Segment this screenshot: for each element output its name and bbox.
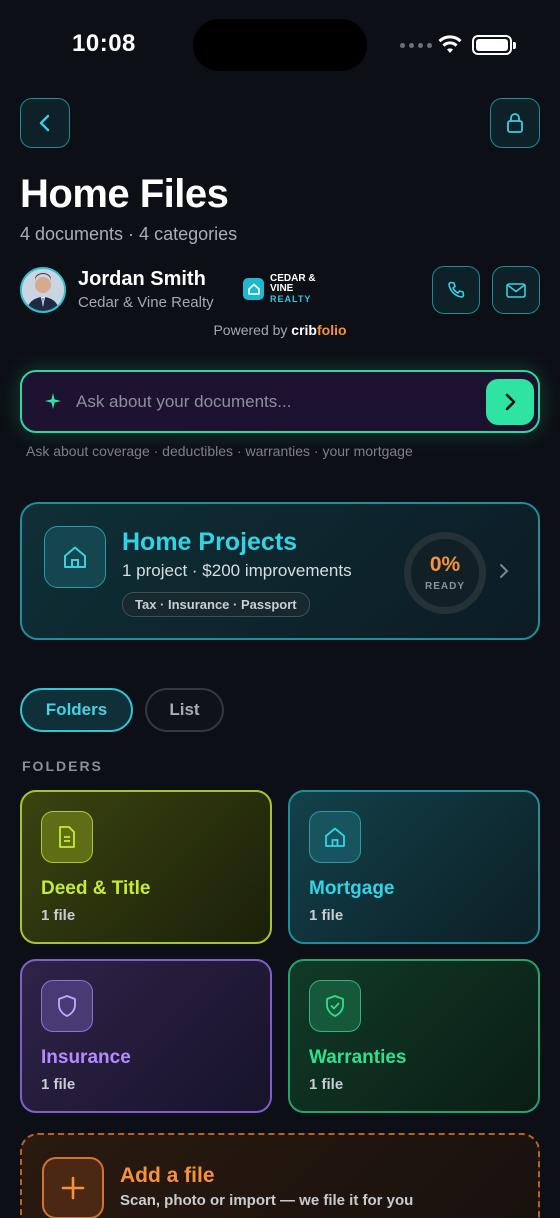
chevron-right-icon (505, 393, 516, 411)
brokerage-house-icon (243, 278, 264, 300)
folder-warranties[interactable]: Warranties 1 file (288, 959, 540, 1113)
tab-list[interactable]: List (145, 688, 224, 732)
agent-name: Jordan Smith (78, 268, 206, 290)
projects-title: Home Projects (122, 528, 298, 556)
add-file-subtitle: Scan, photo or import — we file it for y… (120, 1192, 414, 1209)
brokerage-logo: CEDAR & VINE REALTY (243, 274, 316, 304)
folder-count: 1 file (309, 907, 344, 924)
powered-by: Powered by cribfolio (213, 322, 347, 338)
folder-insurance[interactable]: Insurance 1 file (20, 959, 272, 1113)
avatar[interactable] (20, 267, 66, 313)
sparkle-icon (45, 393, 61, 409)
add-file-title: Add a file (120, 1164, 215, 1187)
wifi-icon (438, 35, 462, 53)
ask-documents-input[interactable]: Ask about your documents... (20, 370, 540, 433)
back-button[interactable] (20, 98, 70, 148)
phone-icon (448, 281, 465, 298)
lock-icon (507, 113, 523, 133)
cellular-signal-icon (400, 43, 432, 48)
chevron-right-icon (500, 564, 509, 578)
shield-icon (41, 980, 93, 1032)
folder-mortgage[interactable]: Mortgage 1 file (288, 790, 540, 944)
status-bar: 10:08 (0, 0, 560, 90)
home-projects-card[interactable]: Home Projects 1 project · $200 improveme… (20, 502, 540, 640)
battery-icon (472, 35, 516, 55)
send-button[interactable] (486, 379, 534, 425)
plus-icon (42, 1157, 104, 1218)
lock-button[interactable] (490, 98, 540, 148)
folder-count: 1 file (309, 1076, 344, 1093)
folder-name: Mortgage (309, 878, 395, 899)
dynamic-island (193, 19, 367, 71)
status-time: 10:08 (72, 30, 136, 57)
ask-hint: Ask about coverage · deductibles · warra… (26, 443, 413, 459)
folder-name: Insurance (41, 1047, 131, 1068)
call-button[interactable] (432, 266, 480, 314)
folders-section-label: FOLDERS (22, 758, 103, 774)
add-file-button[interactable]: Add a file Scan, photo or import — we fi… (20, 1133, 540, 1218)
ready-label: READY (424, 581, 465, 592)
shield-check-icon (309, 980, 361, 1032)
agent-company: Cedar & Vine Realty (78, 294, 214, 311)
folder-name: Warranties (309, 1047, 407, 1068)
house-icon (44, 526, 106, 588)
cribfolio-logo: cribfolio (291, 322, 347, 338)
ready-percent: 0% (429, 553, 461, 576)
agent-photo (22, 269, 64, 311)
folder-count: 1 file (41, 1076, 76, 1093)
folder-name: Deed & Title (41, 878, 151, 899)
ask-placeholder: Ask about your documents... (76, 392, 292, 411)
page-title: Home Files (20, 172, 229, 216)
projects-tags: Tax · Insurance · Passport (122, 592, 310, 617)
house-icon (309, 811, 361, 863)
tab-folders[interactable]: Folders (20, 688, 133, 732)
page-subtitle: 4 documents · 4 categories (20, 224, 238, 244)
folder-count: 1 file (41, 907, 76, 924)
chevron-left-icon (39, 114, 50, 132)
document-icon (41, 811, 93, 863)
folder-deed-title[interactable]: Deed & Title 1 file (20, 790, 272, 944)
email-button[interactable] (492, 266, 540, 314)
ready-progress-ring: 0% READY (404, 532, 486, 614)
projects-meta: 1 project · $200 improvements (122, 561, 352, 580)
mail-icon (506, 283, 526, 298)
